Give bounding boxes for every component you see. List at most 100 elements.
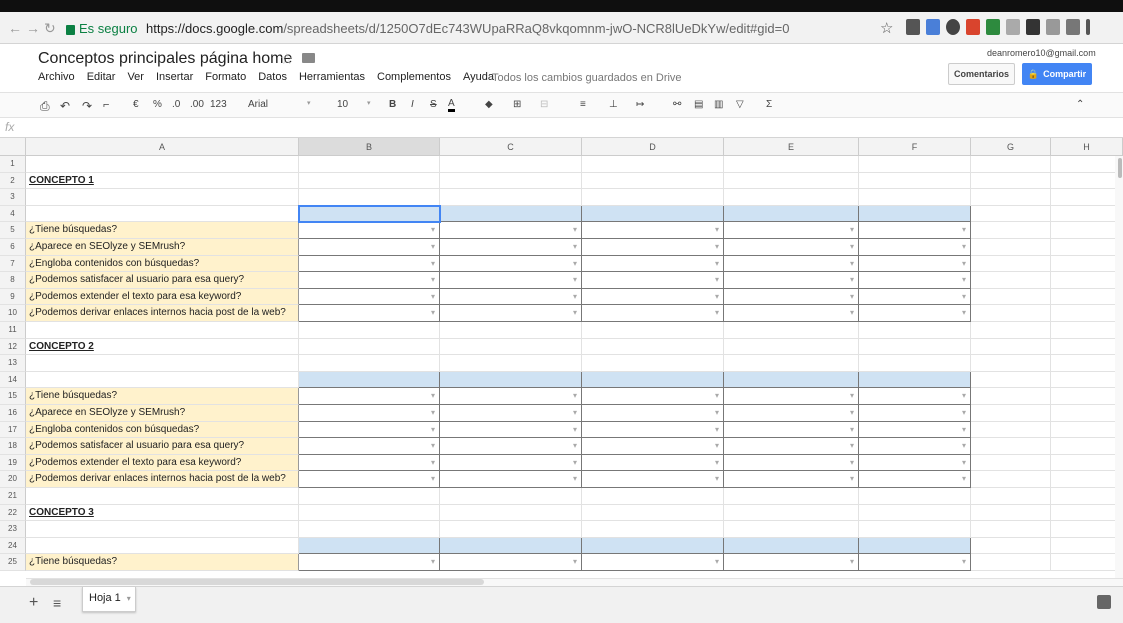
grid-cell[interactable]: [26, 322, 299, 339]
dropdown-cell[interactable]: [582, 554, 724, 571]
row-header[interactable]: 18: [0, 438, 26, 455]
menu-herramientas[interactable]: Herramientas: [299, 71, 365, 83]
header-cell[interactable]: [582, 537, 724, 555]
merge-icon[interactable]: ⊟: [540, 99, 548, 110]
dropdown-cell[interactable]: [299, 438, 440, 455]
paint-format-icon[interactable]: ⌐: [103, 99, 109, 111]
grid-cell[interactable]: [971, 521, 1051, 538]
dropdown-cell[interactable]: [440, 471, 582, 488]
back-icon[interactable]: ←: [8, 20, 22, 36]
text-color-button[interactable]: A: [448, 99, 455, 112]
grid-cell[interactable]: [582, 156, 724, 173]
dropdown-cell[interactable]: [582, 272, 724, 289]
dropdown-cell[interactable]: [859, 405, 971, 422]
dropdown-cell[interactable]: [440, 272, 582, 289]
grid-cell[interactable]: [582, 322, 724, 339]
row-header[interactable]: 13: [0, 355, 26, 372]
dropdown-cell[interactable]: [724, 388, 859, 405]
dropdown-cell[interactable]: [582, 255, 724, 273]
extension-icon[interactable]: [1046, 19, 1060, 35]
wrap-icon[interactable]: ↦: [636, 99, 644, 110]
extension-icon[interactable]: [926, 19, 940, 35]
grid-cell[interactable]: [440, 338, 582, 356]
sheet-tab[interactable]: Hoja 1 ▾: [82, 587, 136, 612]
collapse-icon[interactable]: ⌃: [1076, 99, 1084, 110]
question-cell[interactable]: ¿Podemos extender el texto para esa keyw…: [26, 454, 299, 472]
grid-cell[interactable]: [1051, 288, 1123, 306]
row-header[interactable]: 21: [0, 488, 26, 505]
dropdown-cell[interactable]: [440, 454, 582, 472]
dropdown-cell[interactable]: [724, 454, 859, 472]
dropdown-cell[interactable]: [440, 288, 582, 306]
valign-icon[interactable]: ⊥: [609, 99, 618, 110]
grid-cell[interactable]: [724, 488, 859, 505]
dropdown-cell[interactable]: [724, 288, 859, 306]
grid-cell[interactable]: [582, 504, 724, 522]
share-button[interactable]: 🔒 Compartir: [1022, 63, 1092, 85]
grid-cell[interactable]: [971, 454, 1051, 472]
dropdown-cell[interactable]: [859, 222, 971, 239]
vertical-scrollbar[interactable]: [1115, 156, 1123, 578]
grid-cell[interactable]: [1051, 239, 1123, 256]
formula-bar[interactable]: fx: [0, 118, 1123, 138]
menu-editar[interactable]: Editar: [87, 71, 116, 83]
grid-cell[interactable]: [1051, 172, 1123, 190]
vertical-scroll-thumb[interactable]: [1118, 158, 1122, 178]
grid-cell[interactable]: [440, 355, 582, 372]
row-header[interactable]: 11: [0, 322, 26, 339]
grid-cell[interactable]: [26, 488, 299, 505]
column-header-g[interactable]: G: [971, 138, 1051, 156]
spreadsheet-grid[interactable]: A B C D E F G H 1 2 CONCEPTO 1 3 4 5 ¿Tiene búsquedas?…: [0, 138, 1123, 578]
dropdown-cell[interactable]: [724, 239, 859, 256]
header-cell[interactable]: [440, 371, 582, 389]
grid-cell[interactable]: [440, 156, 582, 173]
grid-cell[interactable]: [299, 156, 440, 173]
question-cell[interactable]: ¿Podemos extender el texto para esa keyw…: [26, 288, 299, 306]
grid-cell[interactable]: [582, 338, 724, 356]
grid-cell[interactable]: [971, 388, 1051, 405]
currency-button[interactable]: €: [133, 99, 139, 110]
row-header[interactable]: 4: [0, 205, 26, 223]
doc-title[interactable]: Conceptos principales página home: [38, 50, 292, 68]
dropdown-cell[interactable]: [440, 421, 582, 439]
grid-cell[interactable]: [1051, 471, 1123, 488]
row-header[interactable]: 16: [0, 405, 26, 422]
concept-heading[interactable]: CONCEPTO 1: [26, 172, 299, 190]
grid-cell[interactable]: [1051, 272, 1123, 289]
percent-button[interactable]: %: [153, 99, 162, 110]
redo-icon[interactable]: ↷: [82, 99, 92, 113]
font-size-select[interactable]: 10: [337, 99, 348, 110]
question-cell[interactable]: ¿Podemos satisfacer al usuario para esa …: [26, 272, 299, 289]
filter-icon[interactable]: ▽: [736, 99, 744, 110]
dropdown-cell[interactable]: [859, 255, 971, 273]
grid-cell[interactable]: [26, 371, 299, 389]
dropdown-cell[interactable]: [859, 239, 971, 256]
header-cell[interactable]: [859, 205, 971, 223]
row-header[interactable]: 8: [0, 272, 26, 289]
dropdown-cell[interactable]: [859, 454, 971, 472]
grid-cell[interactable]: [971, 255, 1051, 273]
secure-indicator[interactable]: Es seguro: [66, 21, 138, 36]
column-header-c[interactable]: C: [440, 138, 582, 156]
dropdown-cell[interactable]: [582, 471, 724, 488]
dropdown-cell[interactable]: [582, 288, 724, 306]
grid-cell[interactable]: [26, 521, 299, 538]
dropdown-cell[interactable]: [724, 255, 859, 273]
grid-cell[interactable]: [1051, 438, 1123, 455]
dropdown-cell[interactable]: [724, 222, 859, 239]
grid-cell[interactable]: [440, 172, 582, 190]
grid-cell[interactable]: [1051, 537, 1123, 555]
dropdown-cell[interactable]: [859, 438, 971, 455]
grid-cell[interactable]: [971, 421, 1051, 439]
grid-cell[interactable]: [299, 172, 440, 190]
grid-cell[interactable]: [859, 504, 971, 522]
grid-cell[interactable]: [724, 504, 859, 522]
font-select[interactable]: Arial: [248, 99, 268, 110]
question-cell[interactable]: ¿Tiene búsquedas?: [26, 222, 299, 239]
grid-cell[interactable]: [971, 554, 1051, 571]
star-icon[interactable]: ☆: [280, 50, 293, 68]
dropdown-cell[interactable]: [299, 255, 440, 273]
question-cell[interactable]: ¿Tiene búsquedas?: [26, 554, 299, 571]
menu-datos[interactable]: Datos: [258, 71, 287, 83]
extension-icon[interactable]: [906, 19, 920, 35]
